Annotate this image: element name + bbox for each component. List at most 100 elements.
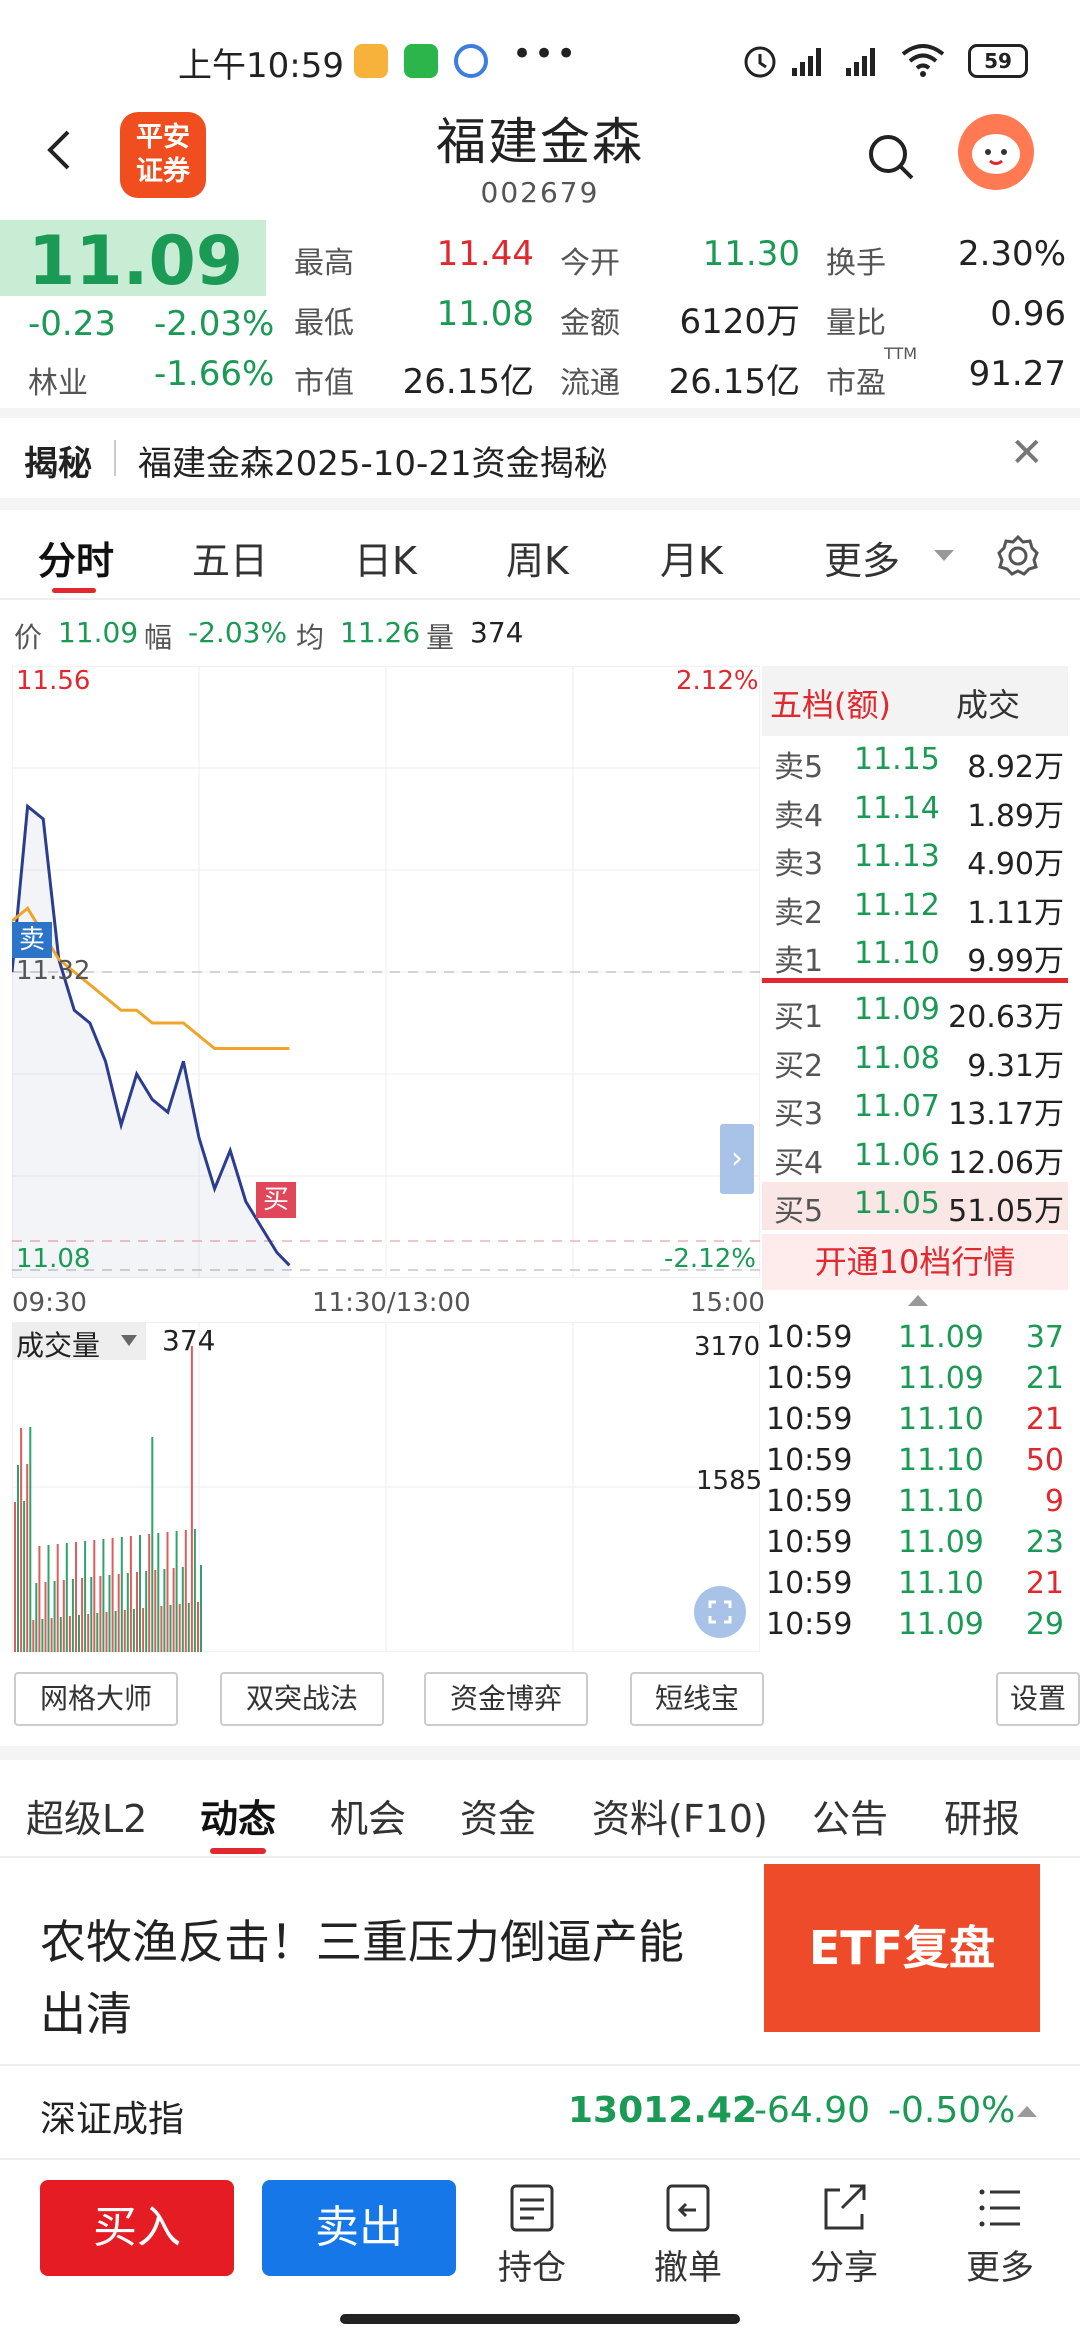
industry-label[interactable]: 林业 (28, 358, 88, 402)
reveal-bar[interactable]: 揭秘 福建金森2025-10-21资金揭秘 ✕ (0, 410, 1080, 506)
tick-time: 10:59 (766, 1443, 853, 1478)
sell-marker[interactable]: 卖 (12, 922, 52, 958)
bid-level-1[interactable]: 买1 11.09 20.63万 (762, 988, 1068, 1036)
bid-level-5[interactable]: 买5 11.05 51.05万 (762, 1182, 1068, 1230)
sell-button[interactable]: 卖出 (262, 2180, 456, 2276)
tab-weekly-k[interactable]: 周K (506, 530, 569, 585)
intraday-chart-svg (10, 665, 761, 1279)
volume-bar (114, 1611, 117, 1652)
back-arrow-icon[interactable] (40, 130, 80, 170)
bid-level-3[interactable]: 买3 11.07 13.17万 (762, 1085, 1068, 1133)
fund-game-button[interactable]: 资金博弈 (424, 1672, 588, 1726)
ask-level-volume: 8.92万 (967, 750, 1064, 785)
volume-bar (197, 1602, 199, 1652)
ask-level-price: 11.12 (854, 887, 940, 923)
volume-bar (172, 1568, 175, 1652)
search-icon[interactable] (866, 132, 916, 182)
ask-level-volume: 1.89万 (967, 798, 1064, 834)
fullscreen-icon[interactable] (694, 1586, 746, 1638)
ask-level-3[interactable]: 卖3 11.13 4.90万 (762, 835, 1068, 883)
high-value: 11.44 (436, 234, 534, 274)
scroll-up-icon[interactable] (906, 1292, 930, 1308)
tab-intraday[interactable]: 分时 (38, 530, 114, 585)
volume-bar (44, 1582, 47, 1652)
volume-bar (178, 1604, 181, 1652)
tab-announcements[interactable]: 公告 (812, 1788, 888, 1843)
volume-bar (81, 1578, 84, 1652)
volume-chart[interactable]: 成交量 374 3170 1585 (11, 1321, 762, 1653)
info-price-label: 价 (14, 621, 43, 654)
tab-news-feed[interactable]: 动态 (200, 1788, 276, 1843)
etf-banner[interactable]: ETF复盘 (764, 1864, 1040, 2032)
volume-bar (41, 1619, 44, 1652)
cancel-order-icon (666, 2184, 710, 2232)
tick-row: 10:59 11.10 9 (762, 1482, 1068, 1523)
tick-time: 10:59 (766, 1402, 853, 1437)
home-indicator[interactable] (340, 2314, 740, 2324)
volume-bar (184, 1530, 187, 1652)
reveal-text[interactable]: 福建金森2025-10-21资金揭秘 (138, 436, 608, 485)
volume-bar (75, 1542, 77, 1652)
volume-selector[interactable]: 成交量 (12, 1322, 146, 1362)
holdings-button[interactable]: 持仓 (482, 2180, 582, 2288)
assistant-face-icon (972, 134, 1020, 174)
bid-level-label: 买3 (774, 1097, 824, 1132)
share-button[interactable]: 分享 (794, 2180, 894, 2288)
tab-five-day[interactable]: 五日 (192, 530, 268, 585)
high-label: 最高 (294, 246, 354, 281)
double-breakout-button[interactable]: 双突战法 (220, 1672, 384, 1726)
tab-more[interactable]: 更多 (824, 530, 900, 585)
volume-bar (163, 1569, 166, 1652)
tab-daily-k[interactable]: 日K (354, 530, 417, 585)
volume-bar (14, 1502, 16, 1652)
ask-level-2[interactable]: 卖4 11.14 1.89万 (762, 787, 1068, 835)
open-label: 今开 (560, 246, 620, 281)
assistant-avatar[interactable] (958, 114, 1034, 190)
index-name[interactable]: 深证成指 (40, 2090, 184, 2142)
expand-up-icon[interactable] (1016, 2104, 1038, 2118)
volume-bar (108, 1575, 111, 1652)
volume-bar (53, 1581, 56, 1652)
volume-bar (26, 1464, 29, 1652)
strategy-settings-button[interactable]: 设置 (996, 1672, 1080, 1726)
tab-f10[interactable]: 资料(F10) (592, 1788, 768, 1843)
volume-bar (117, 1574, 120, 1652)
ask-level-4[interactable]: 卖2 11.12 1.11万 (762, 884, 1068, 932)
settings-gear-icon[interactable] (996, 534, 1040, 578)
chevron-down-icon[interactable] (932, 548, 956, 564)
short-term-button[interactable]: 短线宝 (630, 1672, 764, 1726)
buy-marker[interactable]: 买 (256, 1182, 296, 1218)
cancel-order-button[interactable]: 撤单 (638, 2180, 738, 2288)
order-book-tab[interactable]: 五档(额) (770, 680, 891, 726)
trades-tab[interactable]: 成交 (956, 680, 1020, 726)
open-ten-level-button[interactable]: 开通10档行情 (762, 1234, 1068, 1290)
ask-level-1[interactable]: 卖5 11.15 8.92万 (762, 738, 1068, 786)
volume-bar (120, 1537, 123, 1652)
grid-master-button[interactable]: 网格大师 (14, 1672, 178, 1726)
tick-price: 11.10 (898, 1566, 984, 1601)
intraday-chart[interactable]: 11.56 2.12% 11.32 11.08 -2.12% 卖 买 › (10, 665, 761, 1279)
tab-research[interactable]: 研报 (944, 1788, 1020, 1843)
pe-label: 市盈 (826, 366, 886, 401)
tick-volume: 50 (1025, 1443, 1064, 1478)
tab-monthly-k[interactable]: 月K (660, 530, 723, 585)
price-change: -0.23 (28, 304, 116, 344)
tab-funds[interactable]: 资金 (460, 1788, 536, 1843)
wechat-icon (404, 44, 438, 78)
amount-value: 6120万 (679, 302, 800, 342)
tab-opportunity[interactable]: 机会 (330, 1788, 406, 1843)
bid-level-2[interactable]: 买2 11.08 9.31万 (762, 1037, 1068, 1085)
tab-super-l2[interactable]: 超级L2 (26, 1788, 147, 1843)
bid-level-4[interactable]: 买4 11.06 12.06万 (762, 1134, 1068, 1182)
volume-bar (62, 1580, 65, 1652)
browser-icon (454, 44, 488, 78)
tick-row: 10:59 11.10 21 (762, 1400, 1068, 1441)
ask-level-5[interactable]: 卖1 11.10 9.99万 (762, 932, 1068, 980)
expand-panel-icon[interactable]: › (720, 1124, 754, 1194)
more-button[interactable]: 更多 (950, 2180, 1050, 2288)
volume-ratio-value: 0.96 (990, 294, 1066, 334)
news-headline[interactable]: 农牧渔反击！三重压力倒逼产能出清 (40, 1906, 720, 2050)
volume-bar (145, 1571, 148, 1652)
close-icon[interactable]: ✕ (1010, 430, 1044, 476)
buy-button[interactable]: 买入 (40, 2180, 234, 2276)
